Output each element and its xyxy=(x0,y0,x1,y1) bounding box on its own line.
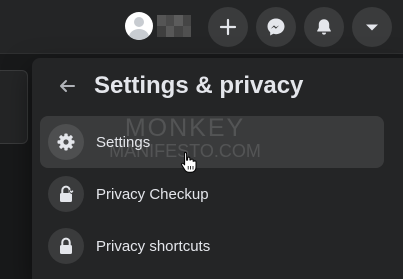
panel-title: Settings & privacy xyxy=(94,72,304,99)
profile-shortcut[interactable] xyxy=(125,12,191,40)
menu-item-label: Privacy shortcuts xyxy=(96,237,211,255)
plus-icon xyxy=(219,18,237,36)
arrow-left-icon xyxy=(60,80,75,92)
menu-item-label: Privacy Checkup xyxy=(96,185,209,203)
lock-heart-icon xyxy=(60,185,75,202)
menu-item-label: Settings xyxy=(96,133,151,151)
avatar-shoulders-shape xyxy=(129,29,149,40)
menu-item-privacy-checkup[interactable]: Privacy Checkup xyxy=(40,168,384,220)
create-button[interactable] xyxy=(208,7,248,47)
menu-icon-container xyxy=(48,228,84,264)
menu-item-settings[interactable]: Settings xyxy=(40,116,384,168)
messenger-button[interactable] xyxy=(256,7,296,47)
settings-privacy-panel: Settings & privacy Settings Privacy Chec… xyxy=(32,58,403,279)
menu-icon-container xyxy=(48,124,84,160)
hand-pointer-cursor-icon xyxy=(181,151,197,173)
redacted-username xyxy=(157,15,191,37)
notifications-button[interactable] xyxy=(304,7,344,47)
avatar-head-shape xyxy=(134,17,144,27)
gear-icon xyxy=(57,133,75,151)
lock-icon xyxy=(60,237,72,254)
caret-down-icon xyxy=(366,24,378,31)
background-card xyxy=(0,70,28,144)
menu-item-privacy-shortcuts[interactable]: Privacy shortcuts xyxy=(40,220,384,272)
back-button[interactable] xyxy=(54,73,80,99)
bell-icon xyxy=(317,19,331,35)
menu-icon-container xyxy=(48,176,84,212)
avatar[interactable] xyxy=(125,12,153,40)
account-menu-button[interactable] xyxy=(352,7,392,47)
messenger-icon xyxy=(267,18,285,36)
